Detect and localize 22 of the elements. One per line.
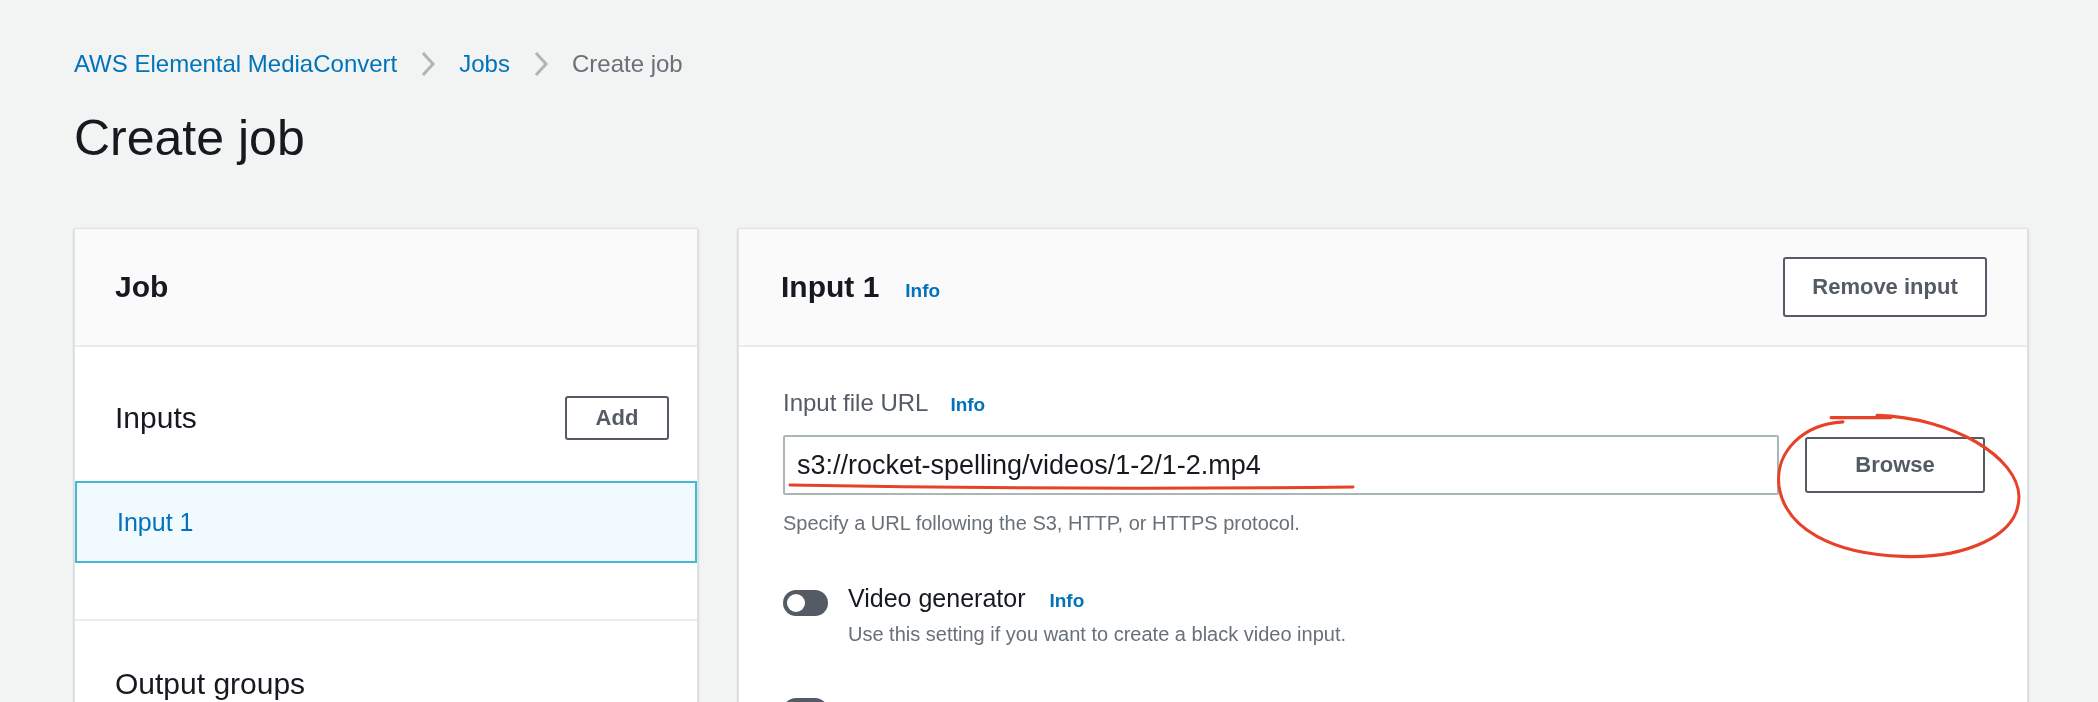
field-label: Input file URL	[783, 389, 929, 417]
help-text: Specify a URL following the S3, HTTP, or HTTPS protocol.	[783, 512, 1300, 535]
panel-title: Job	[115, 270, 169, 304]
input-list-item[interactable]: Input 1	[75, 481, 697, 563]
breadcrumb-link[interactable]: Jobs	[459, 50, 510, 78]
info-link[interactable]: Info	[1049, 590, 1085, 612]
toggle-label: Video generator	[848, 584, 1026, 613]
panel-title: Input 1	[781, 270, 880, 304]
browse-button[interactable]: Browse	[1805, 437, 1985, 493]
input-field[interactable]: s3://rocket-spelling/videos/1-2/1-2.mp4	[783, 435, 1779, 495]
section-heading: Output groups	[115, 667, 307, 701]
toggle-switch[interactable]	[783, 590, 828, 616]
remove-input-button[interactable]: Remove input	[1783, 257, 1987, 317]
chevron-right-icon	[419, 50, 438, 78]
breadcrumb-current: Create job	[571, 50, 683, 78]
page-title: Create job	[74, 109, 306, 168]
add-button[interactable]: Add	[565, 396, 669, 440]
info-link[interactable]: Info	[905, 280, 941, 302]
toggle-description: Use this setting if you want to create a black video input.	[848, 623, 1347, 646]
info-link[interactable]: Info	[950, 394, 986, 416]
section-heading: Inputs	[115, 401, 197, 435]
breadcrumb-link[interactable]: AWS Elemental MediaConvert	[74, 50, 398, 78]
